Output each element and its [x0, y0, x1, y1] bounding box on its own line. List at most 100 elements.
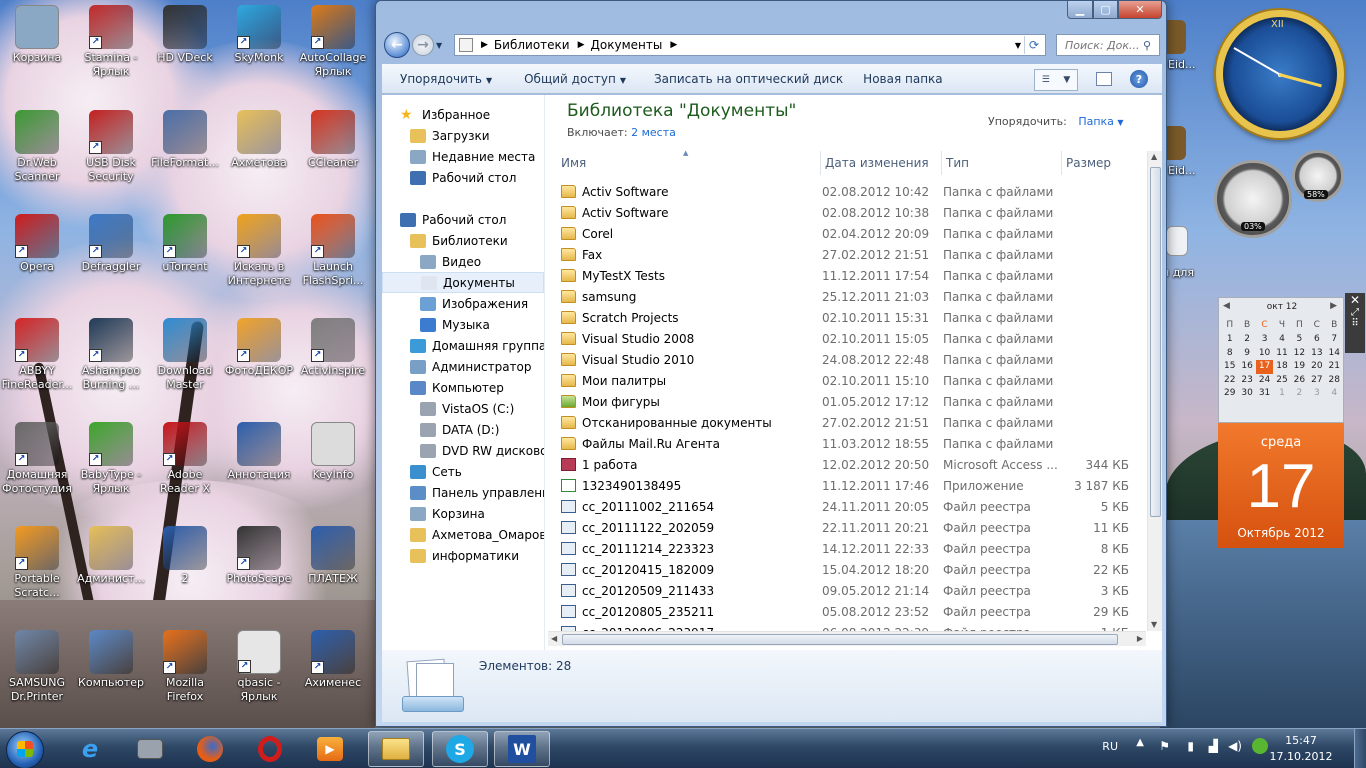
calendar-day[interactable]: 1: [1273, 387, 1290, 401]
file-row[interactable]: Visual Studio 2008 02.10.2011 15:05 Папка …: [561, 328, 1147, 349]
calendar-day[interactable]: 2: [1291, 387, 1308, 401]
desktop-shortcut[interactable]: Корзина: [0, 5, 74, 65]
desktop-shortcut[interactable]: ↗ uTorrent: [148, 214, 222, 274]
file-row[interactable]: Scratch Projects 02.10.2011 15:31 Папка с …: [561, 307, 1147, 328]
minimize-button[interactable]: ▁: [1067, 1, 1093, 19]
file-row[interactable]: cc_20120805_235211 05.08.2012 23:52 Файл р…: [561, 601, 1147, 622]
address-bar[interactable]: ▶ Библиотеки ▶ Документы ▶ ▼ ⟳: [454, 34, 1046, 56]
taskbar-explorer-button[interactable]: [368, 731, 424, 767]
breadcrumb-separator-icon[interactable]: ▶: [578, 40, 585, 50]
scroll-right-icon[interactable]: ▶: [1137, 634, 1143, 643]
desktop-shortcut[interactable]: KeyInfo: [296, 422, 370, 482]
desktop-shortcut[interactable]: ↗ ActivInspire: [296, 318, 370, 378]
desktop-shortcut[interactable]: ↗ AutoCollage Ярлык: [296, 5, 370, 79]
file-row[interactable]: Corel 02.04.2012 20:09 Папка с файлами: [561, 223, 1147, 244]
desktop-shortcut[interactable]: ↗ Launch FlashSpri...: [296, 214, 370, 288]
show-hidden-icons-icon[interactable]: ▲: [1136, 737, 1144, 748]
calendar-day[interactable]: 29: [1221, 387, 1238, 401]
clock-time[interactable]: 15:47: [1276, 734, 1326, 747]
calendar-day[interactable]: 8: [1221, 347, 1238, 361]
desktop-shortcut[interactable]: 2: [148, 526, 222, 586]
desktop-shortcut[interactable]: SAMSUNG Dr.Printer: [0, 630, 74, 704]
vertical-scrollbar[interactable]: ▲ ▼: [1147, 151, 1162, 631]
file-row[interactable]: Мои палитры 02.10.2011 15:10 Папка с файла…: [561, 370, 1147, 391]
calendar-day[interactable]: 26: [1291, 374, 1308, 388]
file-row[interactable]: cc_20120509_211433 09.05.2012 21:14 Файл р…: [561, 580, 1147, 601]
desktop-shortcut[interactable]: Админист...: [74, 526, 148, 586]
file-row[interactable]: cc_20111214_223323 14.12.2011 22:33 Файл р…: [561, 538, 1147, 559]
maximize-button[interactable]: ▢: [1093, 1, 1118, 19]
desktop-shortcut[interactable]: Аннотация: [222, 422, 296, 482]
desktop-shortcut[interactable]: ↗ SkyMonk: [222, 5, 296, 65]
calendar-day[interactable]: 30: [1238, 387, 1255, 401]
breadcrumb-libraries[interactable]: Библиотеки: [494, 38, 570, 52]
gadget-drag-handle-icon[interactable]: ⠿: [1345, 318, 1365, 329]
desktop-shortcut[interactable]: ↗ Домашняя Фотостудия: [0, 422, 74, 496]
refresh-icon[interactable]: ⟳: [1024, 36, 1043, 54]
calendar-day[interactable]: 4: [1273, 333, 1290, 347]
calendar-day[interactable]: 28: [1326, 374, 1343, 388]
desktop-shortcut[interactable]: ↗ Mozilla Firefox: [148, 630, 222, 704]
clock-gadget[interactable]: XII: [1216, 10, 1344, 138]
recent-pages-dropdown[interactable]: ▼: [436, 41, 446, 50]
show-desktop-button[interactable]: [1354, 729, 1366, 768]
calendar-day[interactable]: 22: [1221, 374, 1238, 388]
back-button[interactable]: ←: [384, 32, 410, 58]
desktop-icon-partial-1[interactable]: Eid...: [1162, 20, 1202, 71]
scroll-left-icon[interactable]: ◀: [551, 634, 557, 643]
breadcrumb-separator-icon[interactable]: ▶: [670, 40, 677, 50]
scroll-down-icon[interactable]: ▼: [1151, 620, 1157, 629]
clock-date[interactable]: 17.10.2012: [1264, 750, 1338, 763]
next-month-icon[interactable]: ▶: [1330, 301, 1337, 311]
calendar-day[interactable]: 3: [1256, 333, 1273, 347]
file-row[interactable]: cc_20111002_211654 24.11.2011 20:05 Файл р…: [561, 496, 1147, 517]
file-row[interactable]: 1323490138495 11.12.2011 17:46 Приложение 3…: [561, 475, 1147, 496]
desktop-shortcut[interactable]: CCleaner: [296, 110, 370, 170]
file-row[interactable]: Файлы Mail.Ru Агента 11.03.2012 18:55 Папк…: [561, 433, 1147, 454]
close-icon[interactable]: ✕: [1345, 293, 1365, 307]
desktop-shortcut[interactable]: Download Master: [148, 318, 222, 392]
taskbar-ie-button[interactable]: e: [62, 731, 118, 767]
desktop-shortcut[interactable]: ↗ ФотоДЕКОР: [222, 318, 296, 378]
calendar-day[interactable]: 25: [1273, 374, 1290, 388]
taskbar-opera-mail-button[interactable]: [242, 731, 298, 767]
calendar-day[interactable]: 16: [1238, 360, 1255, 374]
desktop-shortcut[interactable]: ↗ Defraggler: [74, 214, 148, 274]
calendar-day[interactable]: 13: [1308, 347, 1325, 361]
calendar-day[interactable]: 31: [1256, 387, 1273, 401]
breadcrumb-documents[interactable]: Документы: [591, 38, 663, 52]
calendar-day[interactable]: 10: [1256, 347, 1273, 361]
desktop-shortcut[interactable]: ↗ Ashampoo Burning ...: [74, 318, 148, 392]
calendar-day[interactable]: 5: [1291, 333, 1308, 347]
calendar-day[interactable]: 2: [1238, 333, 1255, 347]
vertical-scroll-thumb[interactable]: [1150, 167, 1161, 517]
forward-button[interactable]: →: [412, 34, 434, 56]
calendar-day[interactable]: 23: [1238, 374, 1255, 388]
address-dropdown-icon[interactable]: ▼: [1015, 41, 1021, 50]
volume-icon[interactable]: ◀): [1228, 739, 1242, 753]
start-button[interactable]: [6, 731, 44, 768]
help-icon[interactable]: ?: [1130, 70, 1148, 88]
desktop-shortcut[interactable]: Ахметова: [222, 110, 296, 170]
file-row[interactable]: samsung 25.12.2011 21:03 Папка с файлами: [561, 286, 1147, 307]
desktop-shortcut[interactable]: ↗ BabyType - Ярлык: [74, 422, 148, 496]
view-options-button[interactable]: ☰ ▼: [1034, 69, 1078, 91]
calendar-day[interactable]: 18: [1273, 360, 1290, 374]
calendar-gadget[interactable]: ◀ окт 12 ▶ ПВСЧПСВ 1 2 3 4 5 6 7 8 9 10 11 12 13 14 15…: [1218, 297, 1344, 550]
taskbar-camera-button[interactable]: [122, 731, 178, 767]
file-row[interactable]: cc_20120415_182009 15.04.2012 18:20 Файл р…: [561, 559, 1147, 580]
calendar-day[interactable]: 4: [1326, 387, 1343, 401]
file-row[interactable]: Activ Software 02.08.2012 10:38 Папка с фа…: [561, 202, 1147, 223]
taskbar-media-player-button[interactable]: ▶: [302, 731, 358, 767]
desktop-shortcut[interactable]: ↗ qbasic - Ярлык: [222, 630, 296, 704]
language-indicator[interactable]: RU: [1102, 740, 1118, 753]
taskbar-skype-button[interactable]: S: [432, 731, 488, 767]
calendar-day[interactable]: 6: [1308, 333, 1325, 347]
preview-pane-icon[interactable]: [1096, 72, 1112, 86]
file-row[interactable]: MyTestX Tests 11.12.2011 17:54 Папка с фай…: [561, 265, 1147, 286]
power-icon[interactable]: ▮: [1187, 739, 1194, 753]
network-signal-icon[interactable]: ▟: [1209, 739, 1218, 753]
file-row[interactable]: cc_20120806_22391706.08.2012 22:39Файл р…: [561, 622, 1147, 631]
search-box[interactable]: ⚲: [1056, 34, 1160, 56]
calendar-day[interactable]: 12: [1291, 347, 1308, 361]
